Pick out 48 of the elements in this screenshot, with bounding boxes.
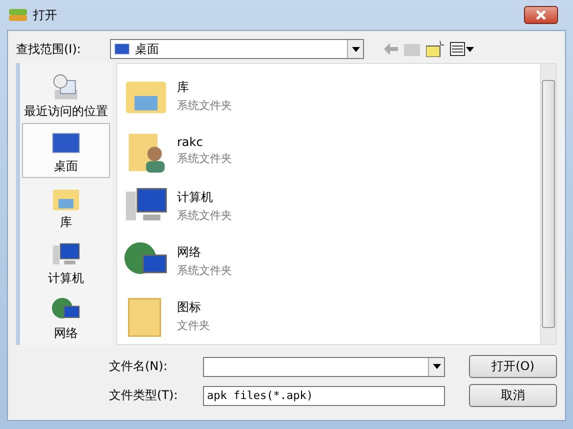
cancel-button[interactable]: 取消 bbox=[469, 384, 557, 407]
scrollbar[interactable] bbox=[540, 64, 556, 344]
sidebar-item[interactable]: 计算机 bbox=[22, 234, 110, 290]
monitor-icon bbox=[114, 41, 130, 57]
dropdown-button[interactable] bbox=[428, 358, 444, 376]
file-name: 网络 bbox=[177, 244, 202, 262]
scroll-thumb[interactable] bbox=[542, 80, 555, 328]
sidebar-label: 库 bbox=[60, 216, 72, 228]
file-type-value: apk files(*.apk) bbox=[207, 389, 313, 402]
file-item[interactable]: 网络 系统文件夹 bbox=[117, 234, 540, 289]
sidebar-item[interactable]: 最近访问的位置 bbox=[22, 67, 110, 123]
file-name-label: 文件名(N): bbox=[109, 358, 168, 375]
file-name: 计算机 bbox=[177, 189, 214, 206]
sidebar-item[interactable]: 库 bbox=[22, 178, 110, 234]
file-type: 系统文件夹 bbox=[177, 151, 232, 166]
view-menu-icon[interactable] bbox=[450, 42, 474, 56]
sidebar-label: 桌面 bbox=[54, 160, 78, 172]
dropdown-button[interactable] bbox=[347, 40, 363, 58]
look-in-value: 桌面 bbox=[135, 40, 159, 58]
sidebar-label: 网络 bbox=[54, 327, 78, 340]
sidebar-item[interactable]: 网络 bbox=[22, 289, 110, 345]
sidebar-label: 计算机 bbox=[48, 272, 84, 284]
sidebar-label: 最近访问的位置 bbox=[24, 104, 108, 117]
open-button[interactable]: 打开(O) bbox=[469, 355, 557, 378]
close-button[interactable] bbox=[524, 6, 558, 24]
file-type: 系统文件夹 bbox=[177, 98, 232, 113]
file-name: 库 bbox=[177, 78, 190, 96]
file-item[interactable]: 计算机 系统文件夹 bbox=[117, 178, 540, 234]
file-type: 系统文件夹 bbox=[177, 208, 232, 223]
file-item[interactable]: rakc 系统文件夹 bbox=[117, 123, 540, 178]
file-name: rakc bbox=[177, 135, 204, 150]
file-type: 文件夹 bbox=[177, 318, 210, 334]
caret-icon bbox=[352, 46, 360, 52]
app-logo-icon bbox=[9, 7, 27, 23]
file-name: 图标 bbox=[177, 299, 202, 316]
sidebar-item[interactable]: 桌面 bbox=[22, 122, 110, 178]
close-icon bbox=[536, 10, 546, 20]
look-in-label: 查找范围(I): bbox=[16, 40, 82, 58]
file-type: 系统文件夹 bbox=[177, 263, 232, 278]
file-type-label: 文件类型(T): bbox=[109, 387, 179, 404]
look-in-dropdown[interactable]: 桌面 bbox=[110, 39, 364, 59]
file-name-field[interactable] bbox=[203, 356, 445, 376]
new-folder-icon[interactable] bbox=[426, 41, 444, 57]
caret-icon bbox=[432, 364, 440, 369]
file-item[interactable]: 库 系统文件夹 bbox=[117, 68, 540, 124]
window-title: 打开 bbox=[33, 6, 58, 24]
file-item[interactable]: 图标 文件夹 bbox=[117, 288, 540, 344]
file-type-field[interactable]: apk files(*.apk) bbox=[203, 386, 445, 406]
